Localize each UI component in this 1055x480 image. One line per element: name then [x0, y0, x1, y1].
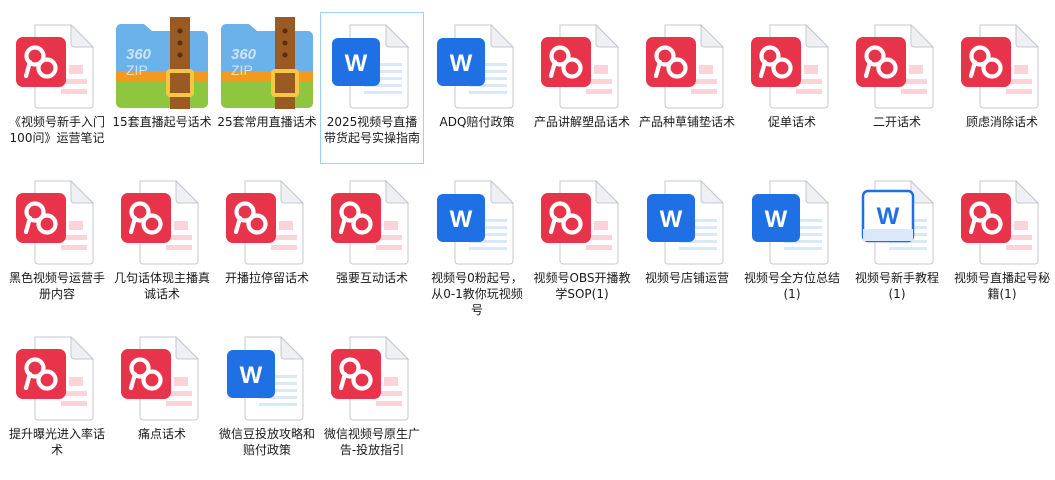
file-name: 2025视频号直播带货起号实操指南 — [323, 115, 420, 145]
word-doc-icon: W — [744, 171, 840, 267]
file-item[interactable]: 几句话体现主播真诚话术 — [110, 168, 214, 320]
file-name: 视频号直播起号秘籍(1) — [953, 271, 1050, 301]
svg-text:W: W — [240, 362, 263, 389]
svg-text:360: 360 — [126, 46, 152, 63]
zip-archive-icon: 360 ZIP — [219, 15, 315, 111]
file-name: 开播拉停留话术 — [224, 271, 309, 285]
file-item[interactable]: 产品种草铺垫话术 — [635, 12, 739, 164]
file-item[interactable]: 360 ZIP 25套常用直播话术 — [215, 12, 319, 164]
file-item[interactable]: W 视频号0粉起号，从0-1教你玩视频号 — [425, 168, 529, 320]
file-name: 视频号全方位总结(1) — [743, 271, 840, 301]
file-name: 黑色视频号运营手册内容 — [8, 271, 105, 301]
svg-text:360: 360 — [231, 46, 257, 63]
pdf-file-icon — [849, 15, 945, 111]
file-name: 视频号OBS开播教学SOP(1) — [533, 271, 631, 301]
file-grid: 《视频号新手入门100问》运营笔记 360 ZIP 15套直播起号话术 360 ZI… — [0, 0, 1055, 480]
file-name: 《视频号新手入门100问》运营笔记 — [8, 115, 105, 145]
file-name: 微信视频号原生广告-投放指引 — [323, 427, 420, 457]
file-item[interactable]: 产品讲解塑品话术 — [530, 12, 634, 164]
file-item[interactable]: 提升曝光进入率话术 — [5, 324, 109, 476]
pdf-file-icon — [534, 15, 630, 111]
file-item[interactable]: 360 ZIP 15套直播起号话术 — [110, 12, 214, 164]
pdf-file-icon — [324, 327, 420, 423]
svg-text:W: W — [345, 50, 368, 77]
file-item[interactable]: W 视频号店铺运营 — [635, 168, 739, 320]
pdf-file-icon — [534, 171, 630, 267]
pdf-file-icon — [639, 15, 735, 111]
svg-text:W: W — [660, 206, 683, 233]
file-name: 视频号新手教程(1) — [854, 271, 939, 301]
file-name: 15套直播起号话术 — [112, 115, 212, 129]
pdf-file-icon — [9, 327, 105, 423]
file-name: 促单话术 — [767, 115, 816, 129]
file-item[interactable]: 二开话术 — [845, 12, 949, 164]
pdf-file-icon — [9, 171, 105, 267]
file-name: 几句话体现主播真诚话术 — [113, 271, 210, 301]
zip-archive-icon: 360 ZIP — [114, 15, 210, 111]
word-doc-icon: W — [429, 171, 525, 267]
file-name: 提升曝光进入率话术 — [8, 427, 105, 457]
file-item[interactable]: 开播拉停留话术 — [215, 168, 319, 320]
file-item[interactable]: 黑色视频号运营手册内容 — [5, 168, 109, 320]
file-name: 视频号店铺运营 — [644, 271, 729, 285]
file-item[interactable]: 顾虑消除话术 — [950, 12, 1054, 164]
file-item[interactable]: 强要互动话术 — [320, 168, 424, 320]
file-item[interactable]: W 视频号新手教程(1) — [845, 168, 949, 320]
svg-text:W: W — [450, 206, 473, 233]
pdf-file-icon — [114, 171, 210, 267]
word-doc-icon: W — [219, 327, 315, 423]
file-name: 产品种草铺垫话术 — [638, 115, 735, 129]
svg-text:ZIP: ZIP — [126, 62, 148, 78]
svg-text:W: W — [450, 50, 473, 77]
file-item[interactable]: W 视频号全方位总结(1) — [740, 168, 844, 320]
file-name: 二开话术 — [872, 115, 921, 129]
word-doc-icon: W — [849, 171, 945, 267]
pdf-file-icon — [954, 15, 1050, 111]
file-item[interactable]: W ADQ赔付政策 — [425, 12, 529, 164]
file-name: 产品讲解塑品话术 — [533, 115, 630, 129]
file-item[interactable]: 微信视频号原生广告-投放指引 — [320, 324, 424, 476]
pdf-file-icon — [114, 327, 210, 423]
file-item[interactable]: 促单话术 — [740, 12, 844, 164]
pdf-file-icon — [954, 171, 1050, 267]
pdf-file-icon — [324, 171, 420, 267]
file-name: 痛点话术 — [137, 427, 186, 441]
file-name: 顾虑消除话术 — [965, 115, 1038, 129]
word-doc-icon: W — [324, 15, 420, 111]
file-name: ADQ赔付政策 — [439, 115, 515, 129]
file-item[interactable]: 《视频号新手入门100问》运营笔记 — [5, 12, 109, 164]
file-item[interactable]: W 微信豆投放攻略和赔付政策 — [215, 324, 319, 476]
file-name: 25套常用直播话术 — [217, 115, 317, 129]
pdf-file-icon — [219, 171, 315, 267]
pdf-file-icon — [744, 15, 840, 111]
svg-text:W: W — [765, 206, 788, 233]
svg-text:W: W — [877, 203, 900, 230]
file-name: 强要互动话术 — [335, 271, 408, 285]
file-item[interactable]: 视频号直播起号秘籍(1) — [950, 168, 1054, 320]
pdf-file-icon — [9, 15, 105, 111]
svg-text:ZIP: ZIP — [231, 62, 253, 78]
file-name: 微信豆投放攻略和赔付政策 — [218, 427, 315, 457]
file-item[interactable]: 视频号OBS开播教学SOP(1) — [530, 168, 634, 320]
file-name: 视频号0粉起号，从0-1教你玩视频号 — [431, 271, 523, 317]
file-item[interactable]: 痛点话术 — [110, 324, 214, 476]
word-doc-icon: W — [429, 15, 525, 111]
word-doc-icon: W — [639, 171, 735, 267]
file-item[interactable]: W 2025视频号直播带货起号实操指南 — [320, 12, 424, 164]
